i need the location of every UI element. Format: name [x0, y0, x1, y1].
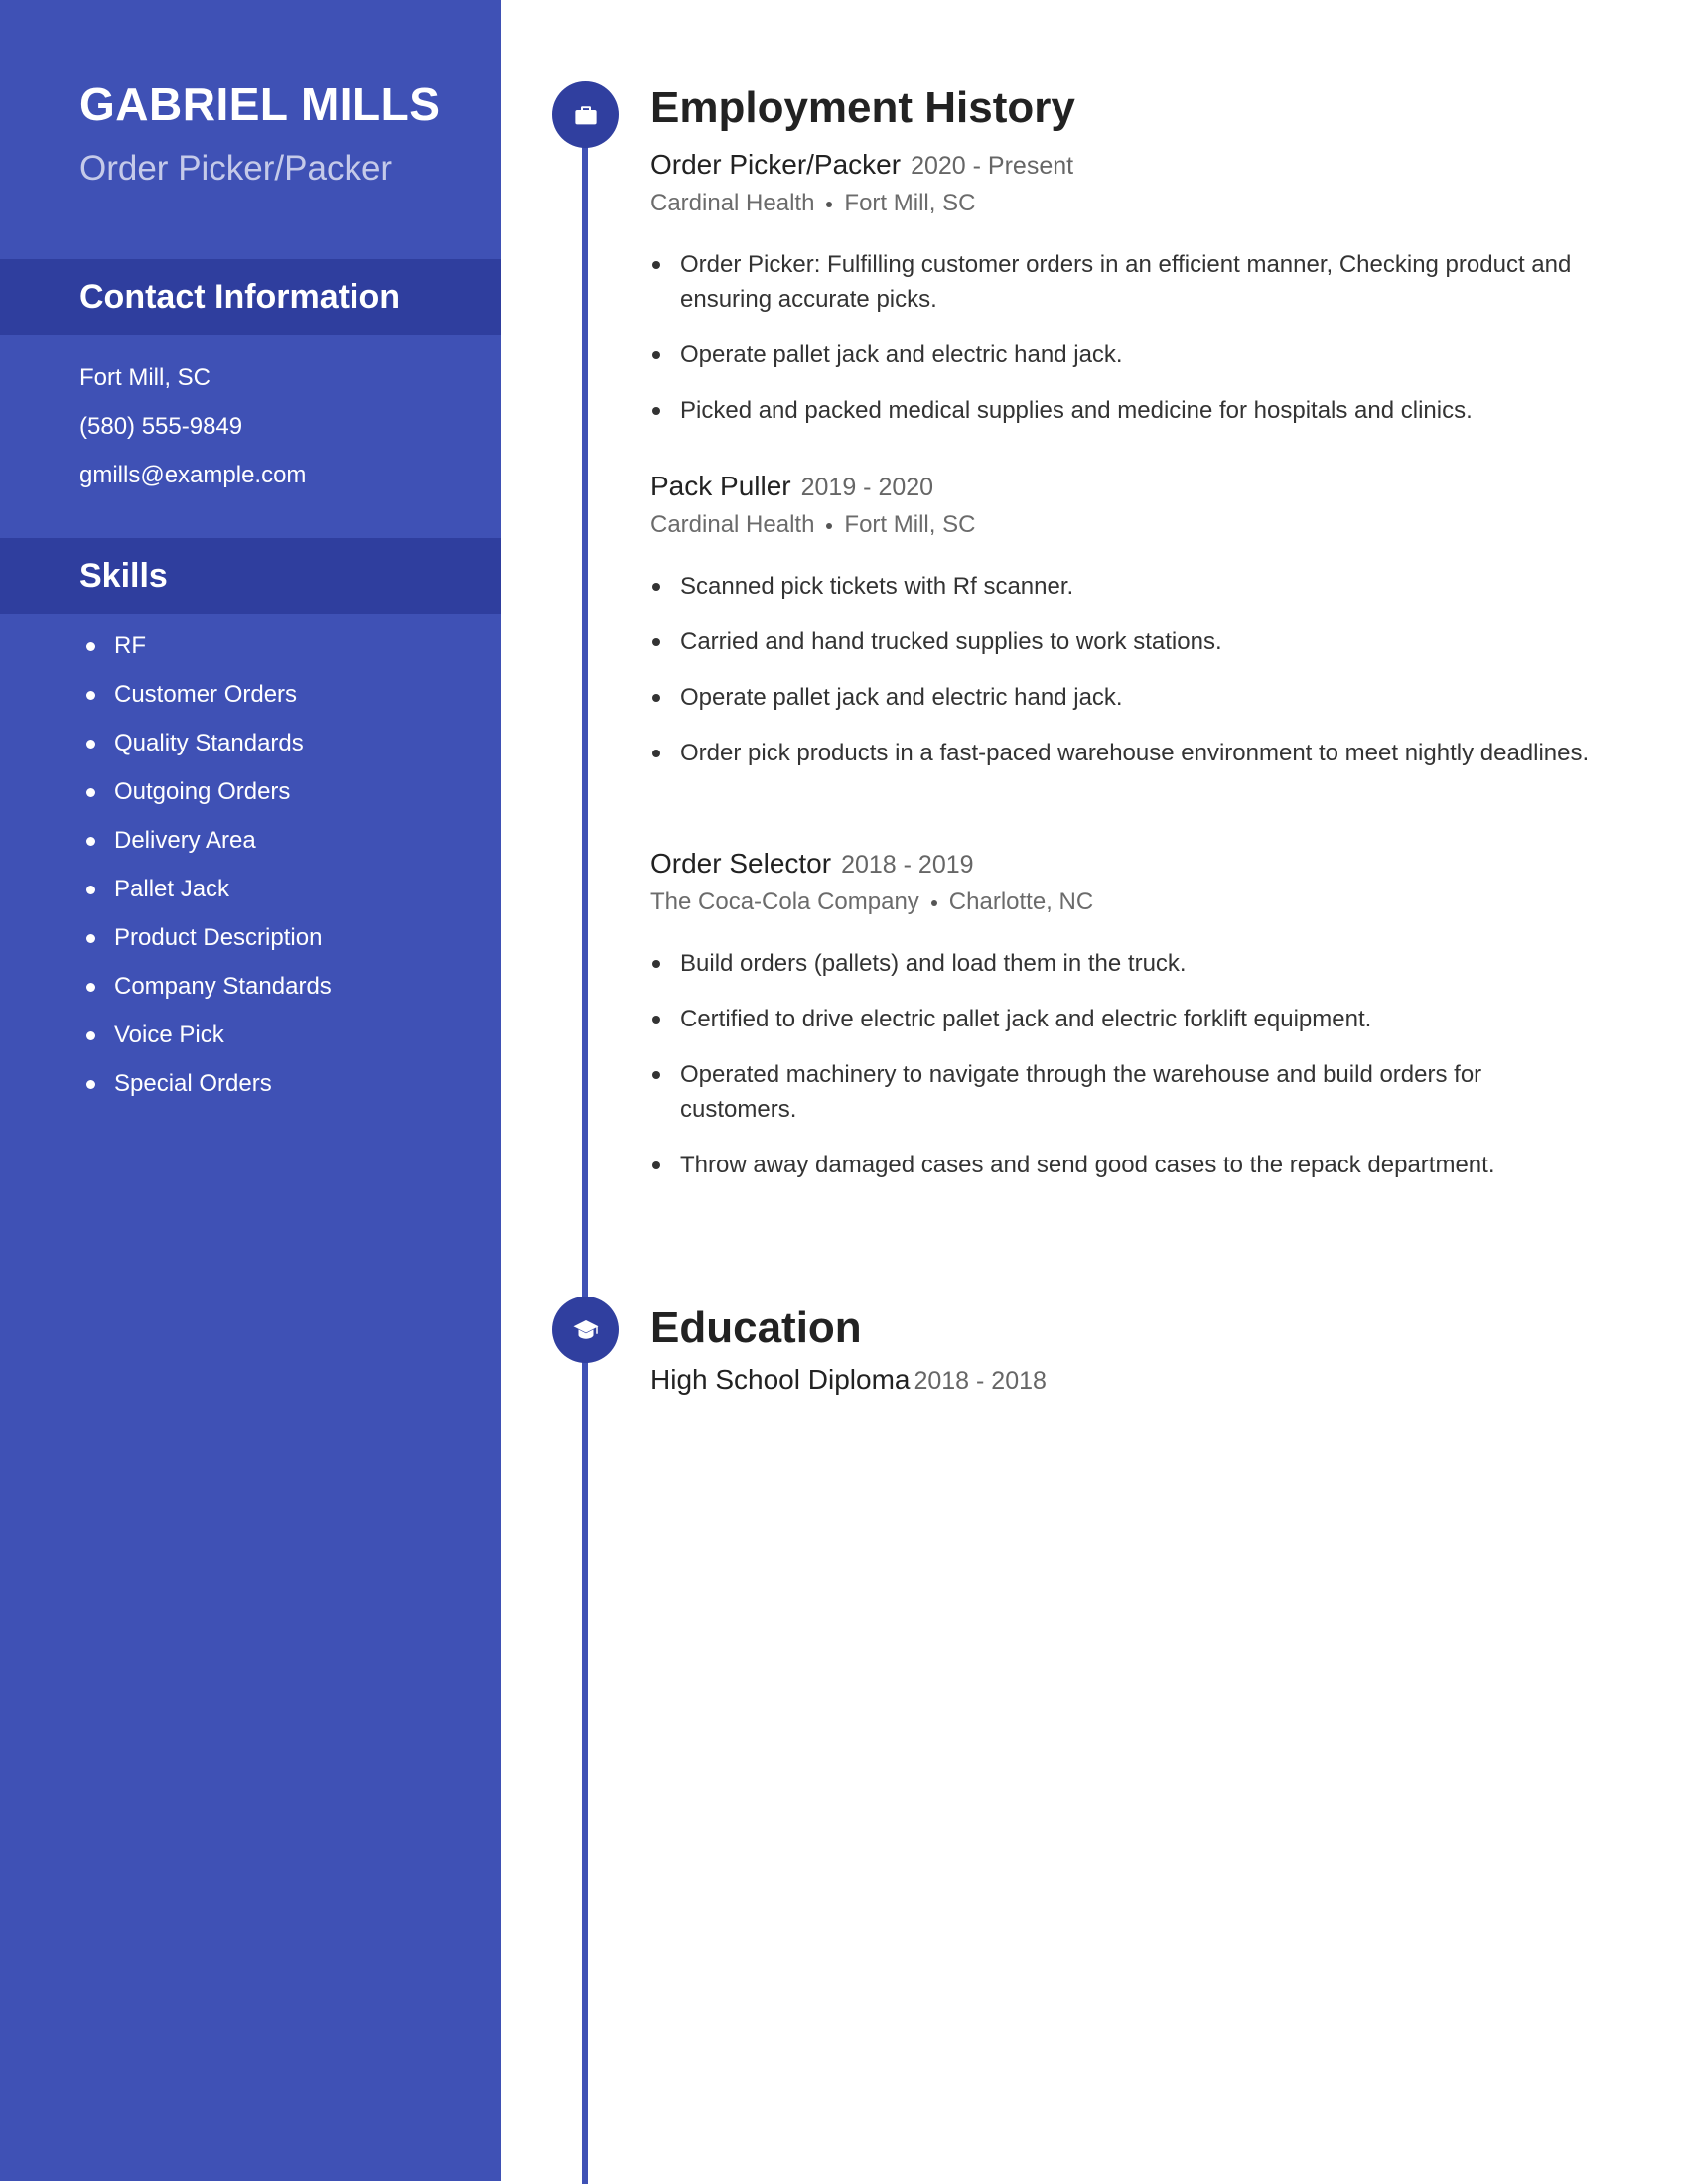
- contact-list: Fort Mill, SC (580) 555-9849 gmills@exam…: [79, 353, 306, 499]
- job-bullet: Operated machinery to navigate through t…: [650, 1057, 1604, 1127]
- education-entry: High School Diploma 2018 - 2018: [650, 1364, 1047, 1396]
- job-bullet: Scanned pick tickets with Rf scanner.: [650, 569, 1604, 604]
- job-bullet: Operate pallet jack and electric hand ja…: [650, 338, 1604, 372]
- job-bullets: Scanned pick tickets with Rf scanner. Ca…: [650, 569, 1604, 770]
- timeline-line: [582, 115, 588, 2184]
- job-dates: 2020 - Present: [911, 152, 1074, 180]
- job-location: Charlotte, NC: [948, 888, 1094, 915]
- candidate-name: GABRIEL MILLS: [79, 78, 441, 130]
- job-bullet: Order pick products in a fast-paced ware…: [650, 736, 1604, 770]
- job-bullet: Carried and hand trucked supplies to wor…: [650, 624, 1604, 659]
- skill-item: Outgoing Orders: [79, 767, 332, 816]
- employment-section-title: Employment History: [650, 83, 1075, 132]
- job-title: Order Selector: [650, 848, 832, 879]
- job-bullets: Build orders (pallets) and load them in …: [650, 946, 1604, 1182]
- skills-section-title: Skills: [79, 557, 168, 595]
- job-title: Order Picker/Packer: [650, 149, 902, 180]
- employment-node: [552, 81, 619, 148]
- job-company: Cardinal Health: [650, 190, 815, 216]
- job-dates: 2018 - 2019: [841, 851, 974, 879]
- contact-location: Fort Mill, SC: [79, 364, 211, 391]
- graduation-cap-icon: [573, 1319, 598, 1339]
- job-company: Cardinal Health: [650, 511, 815, 538]
- job-bullet: Throw away damaged cases and send good c…: [650, 1148, 1604, 1182]
- job-entry: Order Selector 2018 - 2019 The Coca-Cola …: [650, 844, 1604, 1203]
- skill-item: Quality Standards: [79, 719, 332, 767]
- degree-dates: 2018 - 2018: [914, 1367, 1047, 1395]
- skill-item: Company Standards: [79, 962, 332, 1011]
- contact-email[interactable]: gmills@example.com: [79, 451, 306, 499]
- job-entry: Order Picker/Packer 2020 - Present Cardin…: [650, 145, 1604, 449]
- briefcase-icon: [574, 105, 597, 124]
- education-section-title: Education: [650, 1303, 862, 1352]
- job-bullets: Order Picker: Fulfilling customer orders…: [650, 247, 1604, 428]
- skill-item: Pallet Jack: [79, 865, 332, 913]
- job-title: Pack Puller: [650, 471, 791, 501]
- skill-item: Special Orders: [79, 1059, 332, 1108]
- separator-dot: [826, 522, 833, 529]
- skill-item: Product Description: [79, 913, 332, 962]
- job-bullet: Picked and packed medical supplies and m…: [650, 393, 1604, 428]
- job-entry: Pack Puller 2019 - 2020 Cardinal Health Fo…: [650, 467, 1604, 791]
- job-bullet: Operate pallet jack and electric hand ja…: [650, 680, 1604, 715]
- contact-phone: (580) 555-9849: [79, 413, 243, 440]
- job-bullet: Build orders (pallets) and load them in …: [650, 946, 1604, 981]
- skill-item: Delivery Area: [79, 816, 332, 865]
- job-bullet: Certified to drive electric pallet jack …: [650, 1002, 1604, 1036]
- skills-list: RF Customer Orders Quality Standards Out…: [79, 621, 332, 1108]
- contact-section-title: Contact Information: [79, 278, 400, 316]
- job-location: Fort Mill, SC: [844, 190, 976, 216]
- skill-item: Customer Orders: [79, 670, 332, 719]
- contact-header-band: Contact Information: [0, 259, 501, 335]
- job-location: Fort Mill, SC: [844, 511, 976, 538]
- separator-dot: [826, 201, 833, 207]
- degree-title: High School Diploma: [650, 1364, 911, 1395]
- education-node: [552, 1297, 619, 1363]
- candidate-role: Order Picker/Packer: [79, 149, 393, 188]
- separator-dot: [930, 899, 937, 906]
- skills-header-band: Skills: [0, 538, 501, 614]
- skill-item: Voice Pick: [79, 1011, 332, 1059]
- sidebar: GABRIEL MILLS Order Picker/Packer Contac…: [0, 0, 501, 2181]
- job-dates: 2019 - 2020: [800, 474, 934, 501]
- skill-item: RF: [79, 621, 332, 670]
- job-bullet: Order Picker: Fulfilling customer orders…: [650, 247, 1604, 317]
- job-company: The Coca-Cola Company: [650, 888, 919, 915]
